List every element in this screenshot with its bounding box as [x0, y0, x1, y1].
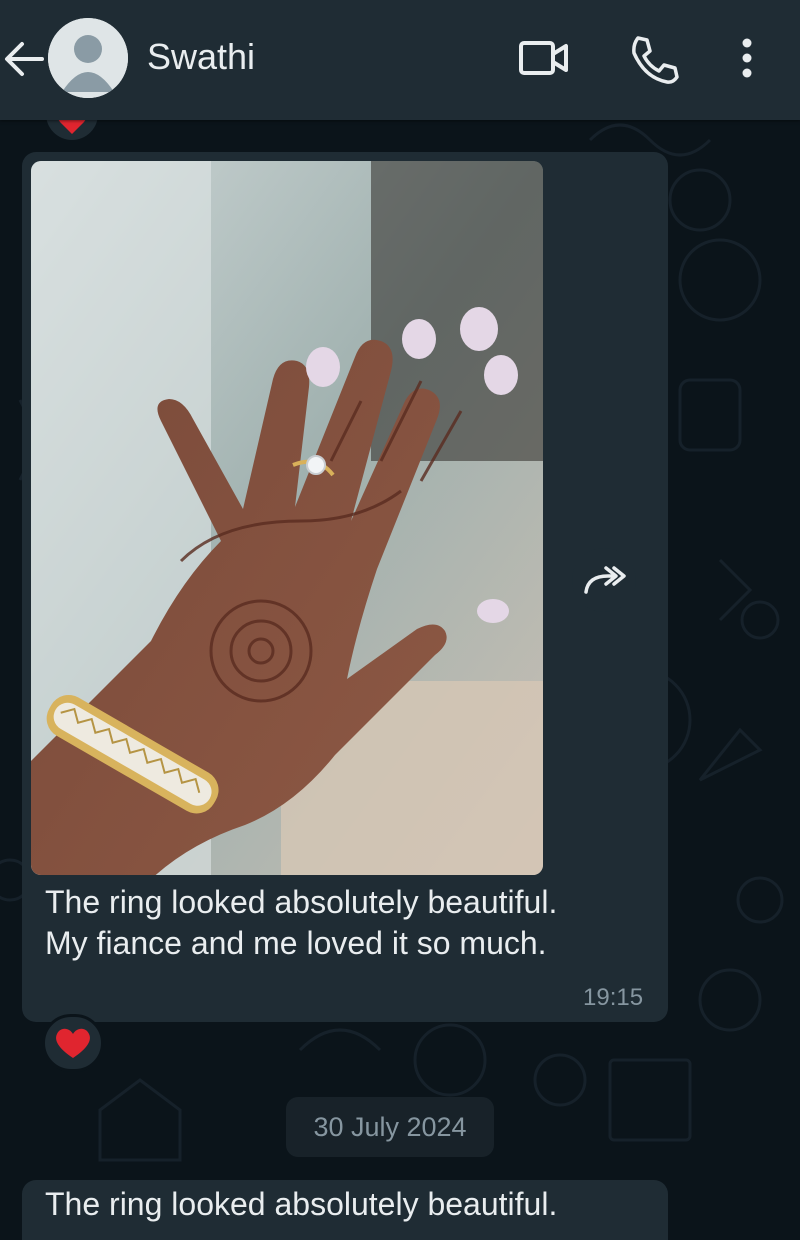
date-separator: 30 July 2024	[286, 1097, 494, 1157]
message-photo[interactable]	[31, 161, 543, 875]
video-camera-icon	[519, 41, 568, 75]
message-text: The ring looked absolutely beautiful. My…	[45, 884, 558, 961]
next-message-text: The ring looked absolutely beautiful.	[45, 1186, 558, 1222]
message-timestamp: 19:15	[583, 984, 644, 1011]
heart-icon	[56, 1028, 90, 1058]
hand-with-ring-photo	[31, 161, 543, 875]
more-vertical-icon	[742, 38, 752, 78]
contact-name[interactable]: Swathi	[147, 36, 255, 78]
forward-button[interactable]	[572, 548, 636, 612]
avatar[interactable]	[48, 18, 128, 98]
default-avatar-icon	[48, 18, 128, 98]
chat-header: Swathi	[0, 0, 800, 120]
back-button[interactable]	[2, 34, 46, 84]
arrow-left-icon	[5, 42, 44, 76]
next-message-bubble[interactable]: The ring looked absolutely beautiful.	[22, 1180, 668, 1240]
voice-call-button[interactable]	[626, 32, 680, 84]
phone-icon	[632, 36, 679, 84]
video-call-button[interactable]	[516, 34, 572, 82]
message-reaction[interactable]	[42, 1014, 104, 1072]
more-options-button[interactable]	[730, 32, 764, 84]
forward-icon	[584, 566, 626, 594]
